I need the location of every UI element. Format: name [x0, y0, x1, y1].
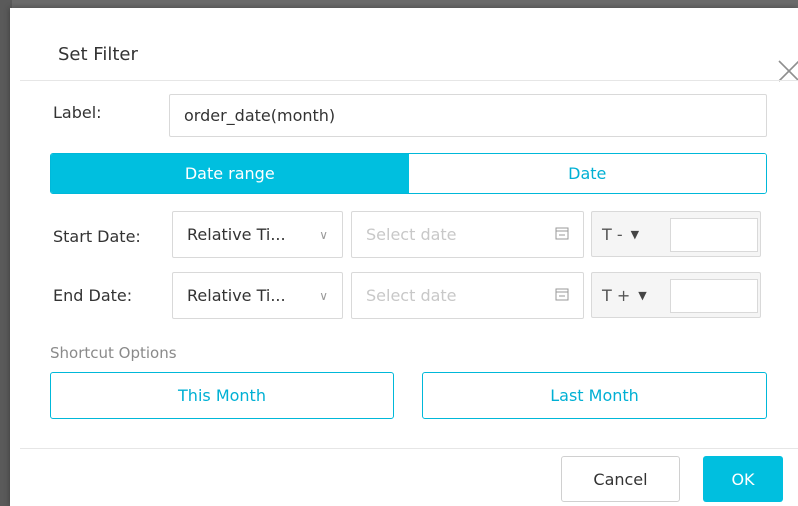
- start-offset-group: T - ▼: [591, 211, 761, 257]
- label-input[interactable]: order_date(month): [169, 94, 767, 137]
- footer-divider: [20, 448, 798, 449]
- end-date-type-value: Relative Ti...: [187, 286, 286, 305]
- calendar-icon: [555, 225, 569, 244]
- mode-toggle: Date range Date: [50, 153, 767, 194]
- caret-down-icon: ▼: [630, 227, 640, 241]
- last-month-button[interactable]: Last Month: [422, 372, 767, 419]
- end-date-picker[interactable]: Select date: [351, 272, 584, 319]
- start-offset-input[interactable]: [670, 218, 758, 252]
- end-offset-input[interactable]: [670, 279, 758, 313]
- set-filter-dialog: Set Filter Label: order_date(month) Date…: [10, 8, 798, 506]
- date-tab[interactable]: Date: [408, 154, 766, 193]
- start-date-placeholder: Select date: [366, 225, 457, 244]
- start-date-label: Start Date:: [53, 227, 141, 246]
- start-date-type-value: Relative Ti...: [187, 225, 286, 244]
- end-offset-operator-text: T +: [602, 285, 631, 305]
- start-date-type-select[interactable]: Relative Ti... ∨: [172, 211, 343, 258]
- end-offset-group: T + ▼: [591, 272, 761, 318]
- this-month-button[interactable]: This Month: [50, 372, 394, 419]
- end-date-type-select[interactable]: Relative Ti... ∨: [172, 272, 343, 319]
- end-date-placeholder: Select date: [366, 286, 457, 305]
- ok-button[interactable]: OK: [703, 456, 783, 502]
- dialog-title: Set Filter: [58, 44, 138, 65]
- calendar-icon: [555, 286, 569, 305]
- end-offset-operator[interactable]: T + ▼: [602, 273, 647, 317]
- shortcut-options-label: Shortcut Options: [50, 344, 177, 362]
- start-offset-operator-text: T -: [602, 224, 623, 244]
- caret-down-icon: ▼: [638, 288, 647, 302]
- chevron-down-icon: ∨: [319, 227, 328, 242]
- label-field-label: Label:: [53, 103, 102, 122]
- chevron-down-icon: ∨: [319, 288, 328, 303]
- cancel-button[interactable]: Cancel: [561, 456, 680, 502]
- label-input-value: order_date(month): [184, 106, 336, 125]
- end-date-label: End Date:: [53, 286, 133, 305]
- start-date-picker[interactable]: Select date: [351, 211, 584, 258]
- header-divider: [20, 80, 798, 81]
- start-offset-operator[interactable]: T - ▼: [602, 212, 639, 256]
- date-range-tab[interactable]: Date range: [51, 154, 409, 193]
